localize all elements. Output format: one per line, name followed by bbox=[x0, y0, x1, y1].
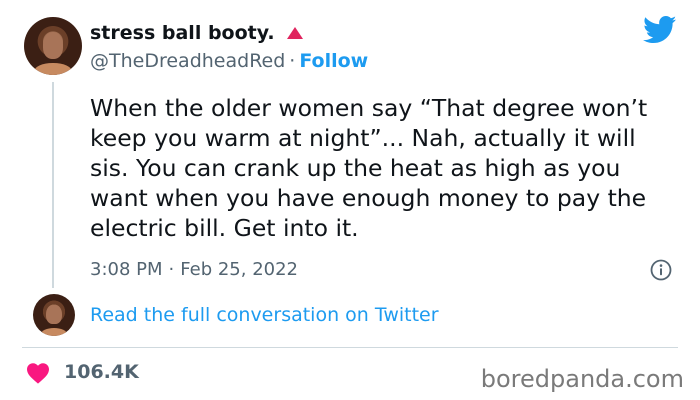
avatar-face bbox=[46, 304, 62, 325]
red-triangle-icon bbox=[286, 27, 303, 39]
author-handle[interactable]: @TheDreadheadRed bbox=[90, 50, 285, 72]
info-icon[interactable] bbox=[650, 259, 672, 281]
author-name-row: stress ball booty. bbox=[90, 22, 303, 44]
author-handle-row: @TheDreadheadRed · Follow bbox=[90, 50, 368, 72]
author-display-name[interactable]: stress ball booty. bbox=[90, 22, 275, 44]
follow-button[interactable]: Follow bbox=[299, 50, 368, 72]
timestamp-separator: · bbox=[168, 259, 175, 280]
like-count[interactable]: 106.4K bbox=[64, 361, 139, 383]
watermark: boredpanda.com bbox=[480, 365, 684, 393]
tweet-date[interactable]: Feb 25, 2022 bbox=[180, 259, 298, 280]
handle-separator: · bbox=[289, 50, 296, 72]
tweet-text: When the older women say “That degree wo… bbox=[90, 94, 648, 242]
twitter-bird-icon[interactable] bbox=[643, 16, 677, 44]
author-avatar[interactable] bbox=[24, 17, 82, 75]
divider bbox=[22, 347, 678, 348]
avatar-shirt bbox=[40, 327, 68, 336]
avatar-face bbox=[42, 32, 64, 59]
author-avatar-small[interactable] bbox=[33, 294, 75, 336]
thread-line bbox=[52, 82, 54, 288]
tweet-timestamp[interactable]: 3:08 PM · Feb 25, 2022 bbox=[90, 259, 298, 280]
heart-icon[interactable] bbox=[26, 362, 50, 384]
tweet-time[interactable]: 3:08 PM bbox=[90, 259, 163, 280]
read-conversation-link[interactable]: Read the full conversation on Twitter bbox=[90, 304, 439, 326]
avatar-shirt bbox=[34, 63, 72, 75]
